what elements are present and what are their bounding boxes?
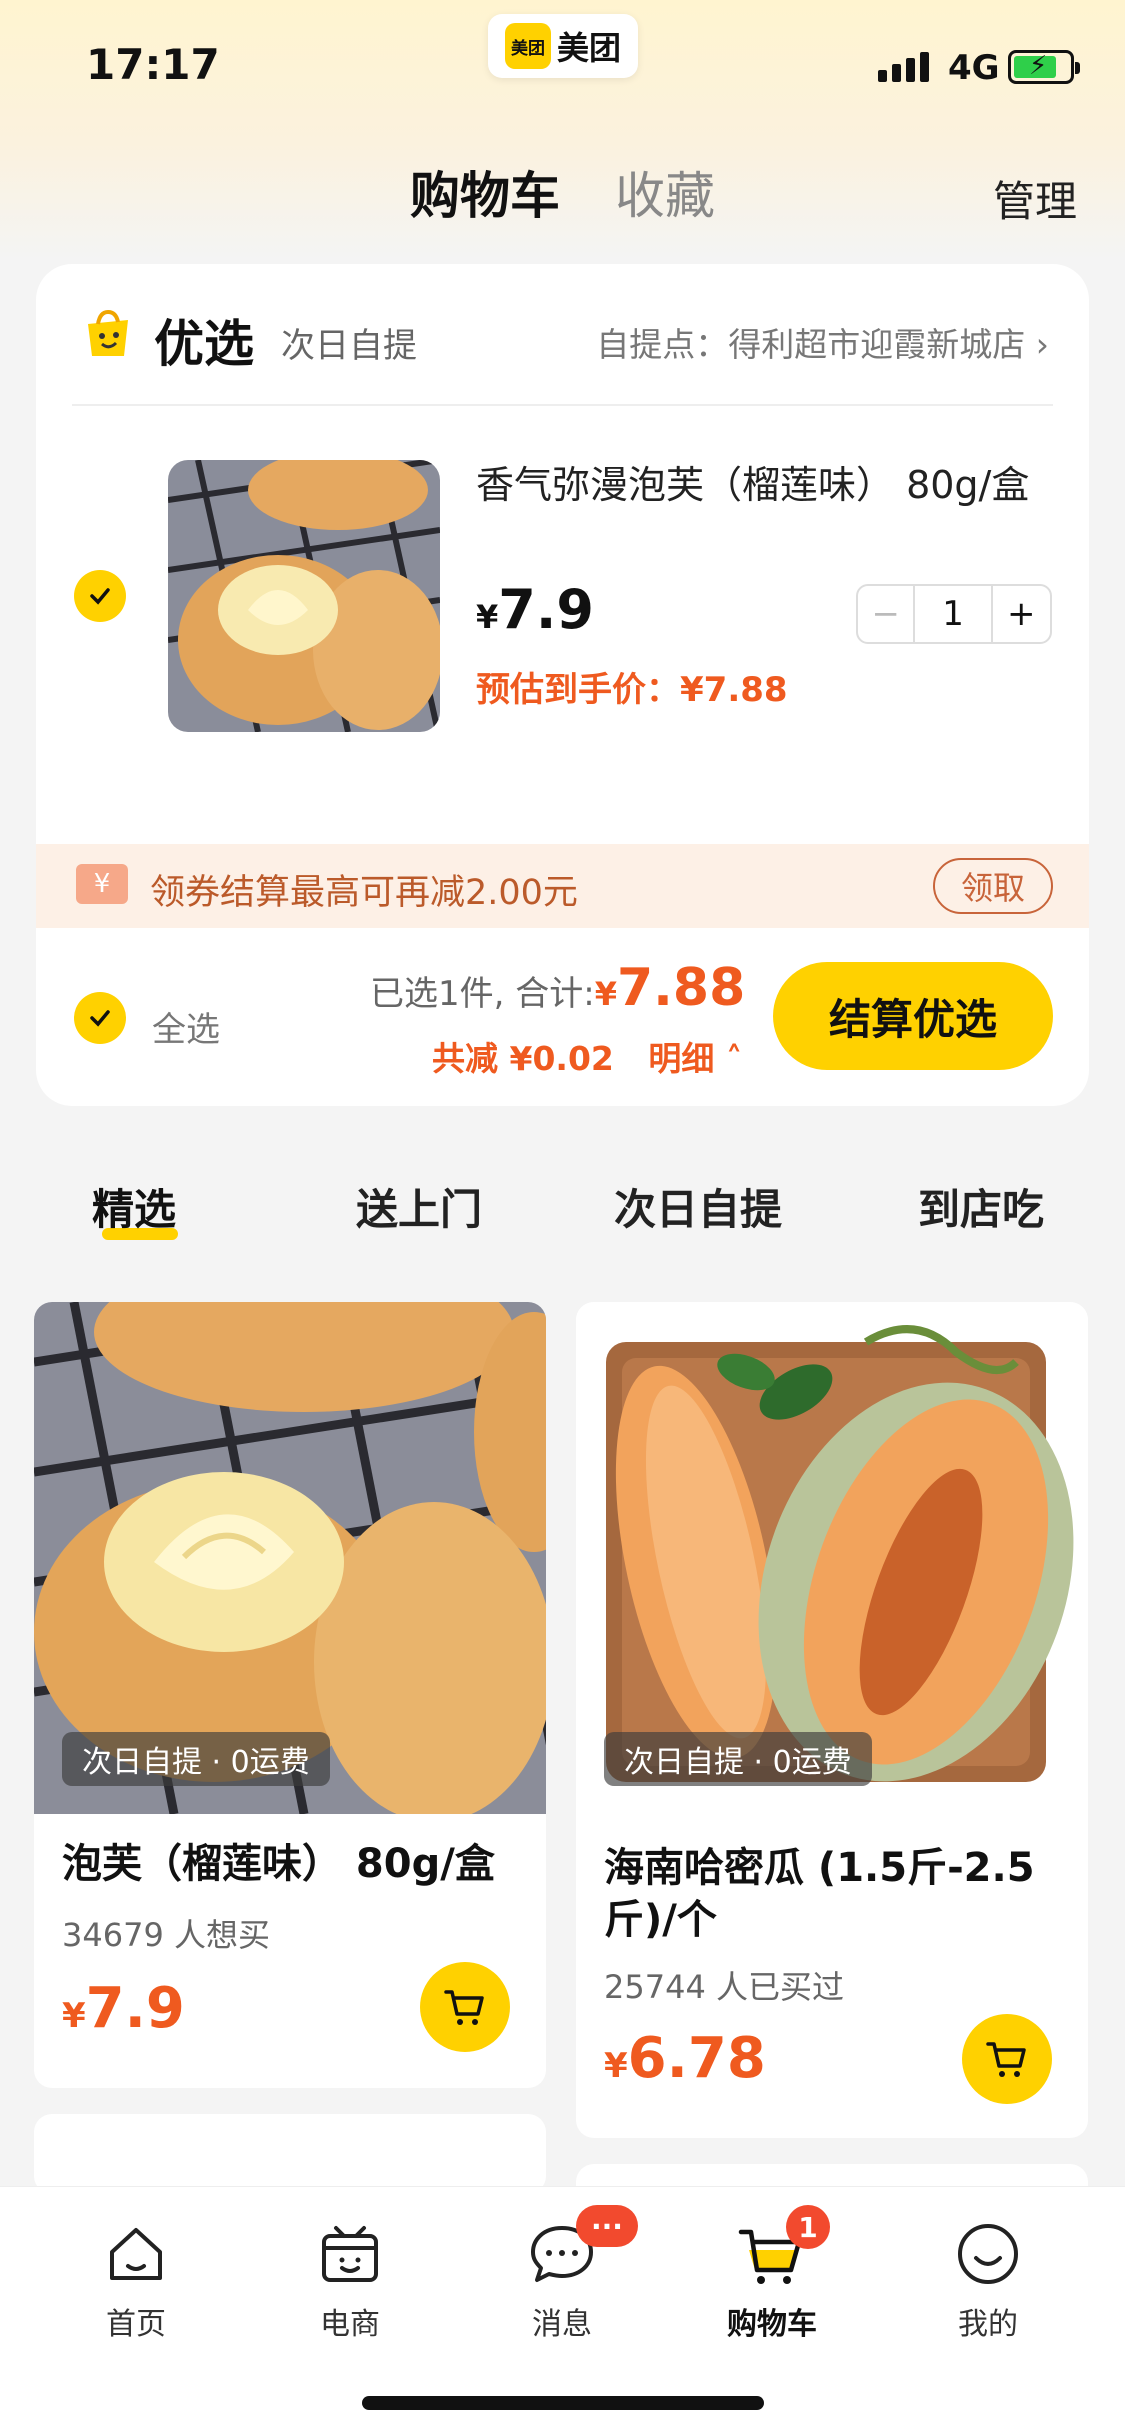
product-title[interactable]: 海南哈密瓜 (1.5斤-2.5斤)/个 <box>604 1842 1064 1946</box>
product-card-partial[interactable] <box>34 2114 546 2194</box>
item-title[interactable]: 香气弥漫泡芙（榴莲味） 80g/盒 <box>476 454 1076 516</box>
nav-shop[interactable]: 电商 <box>280 2213 420 2343</box>
nav-cart-label: 购物车 <box>727 2307 817 2342</box>
total-summary: 已选1件, 合计:¥7.88 <box>370 958 745 1018</box>
product-price: ¥6.78 <box>604 2026 766 2091</box>
store-name: 优选 <box>154 315 254 373</box>
tab-delivery[interactable]: 送上门 <box>356 1176 482 1237</box>
product-image[interactable]: 次日自提 · 0运费 <box>34 1302 546 1814</box>
divider <box>72 404 1053 406</box>
checkmark-icon <box>90 588 110 605</box>
coupon-text: 领券结算最高可再减2.00元 <box>150 873 578 913</box>
tab-featured[interactable]: 精选 <box>92 1176 176 1237</box>
nav-shop-label: 电商 <box>320 2307 380 2342</box>
checkout-bar: 全选 已选1件, 合计:¥7.88 共减 ¥0.02 明细 ˄ 结算优选 <box>36 928 1089 1106</box>
home-indicator <box>362 2396 764 2410</box>
battery-icon: ⚡ <box>1008 50 1080 84</box>
select-all-label[interactable]: 全选 <box>152 1002 220 1051</box>
status-bar: 17:17 美团 美团 4G ⚡ <box>0 0 1125 140</box>
manage-button[interactable]: 管理 <box>993 168 1077 229</box>
signal-icon <box>878 52 929 82</box>
tab-dine-in[interactable]: 到店吃 <box>918 1176 1044 1237</box>
profile-icon <box>958 2224 1018 2284</box>
checkout-button[interactable]: 结算优选 <box>773 962 1053 1070</box>
coupon-icon: ¥ <box>76 864 128 904</box>
nav-messages[interactable]: ··· 消息 <box>492 2205 638 2343</box>
tab-next-day-pickup[interactable]: 次日自提 <box>614 1176 782 1237</box>
brand-name: 美团 <box>556 29 621 67</box>
product-sold-count: 25744 人已买过 <box>604 1968 844 2006</box>
item-thumbnail[interactable] <box>168 460 440 732</box>
chevron-right-icon: › <box>1035 325 1049 364</box>
cart-icon <box>444 1990 484 2025</box>
claim-coupon-button[interactable]: 领取 <box>933 858 1053 914</box>
item-estimate-price: 预估到手价：¥7.88 <box>476 670 788 710</box>
tab-cart[interactable]: 购物车 <box>410 156 560 228</box>
checkmark-icon <box>90 1010 110 1027</box>
product-title[interactable]: 泡芙（榴莲味） 80g/盒 <box>62 1838 522 1890</box>
cart-icon <box>986 2042 1026 2077</box>
item-price: ¥7.9 <box>476 578 594 641</box>
total-symbol: ¥ <box>594 975 617 1013</box>
cart-card: 优选 次日自提 自提点：得利超市迎霞新城店 › 香气弥漫泡芙（榴莲味） 80g/… <box>36 264 1089 1106</box>
youxuan-bag-icon <box>88 309 128 356</box>
pickup-point-text: 自提点：得利超市迎霞新城店 <box>596 325 1026 364</box>
network-type: 4G <box>948 48 1000 88</box>
quantity-stepper: − 1 + <box>856 584 1052 644</box>
nav-home-label: 首页 <box>106 2307 166 2342</box>
brand-pill[interactable]: 美团 美团 <box>488 14 638 78</box>
cart-item: 香气弥漫泡芙（榴莲味） 80g/盒 ¥7.9 预估到手价：¥7.88 − 1 + <box>36 444 1089 744</box>
product-card[interactable]: 次日自提 · 0运费 泡芙（榴莲味） 80g/盒 34679 人想买 ¥7.9 <box>34 1302 546 2088</box>
increase-button[interactable]: + <box>993 586 1050 642</box>
nav-profile[interactable]: 我的 <box>918 2213 1058 2343</box>
store-sub: 次日自提 <box>281 326 417 366</box>
item-checkbox[interactable] <box>74 570 126 622</box>
product-tag: 次日自提 · 0运费 <box>604 1732 872 1786</box>
coupon-bar: ¥ 领券结算最高可再减2.00元 领取 <box>36 844 1089 928</box>
pickup-point-link[interactable]: 自提点：得利超市迎霞新城店 › <box>596 318 1049 366</box>
product-tag: 次日自提 · 0运费 <box>62 1732 330 1786</box>
detail-link[interactable]: 明细 <box>648 1039 714 1078</box>
nav-cart[interactable]: 1 购物车 <box>702 2205 842 2343</box>
product-price: ¥7.9 <box>62 1976 185 2041</box>
summary-prefix: 已选1件, 合计: <box>370 974 595 1014</box>
nav-home[interactable]: 首页 <box>66 2213 206 2343</box>
discount-summary[interactable]: 共减 ¥0.02 明细 ˄ <box>432 1032 742 1080</box>
header: 购物车 收藏 管理 <box>0 150 1125 230</box>
product-sold-count: 34679 人想买 <box>62 1916 270 1954</box>
status-time: 17:17 <box>86 40 220 89</box>
category-tabs: 精选 送上门 次日自提 到店吃 <box>0 1168 1125 1258</box>
quantity-value[interactable]: 1 <box>915 586 993 642</box>
store-header: 优选 次日自提 自提点：得利超市迎霞新城店 › <box>36 264 1089 406</box>
brand-logo-icon: 美团 <box>504 23 551 69</box>
total-amount: 7.88 <box>616 958 746 1018</box>
product-image[interactable]: 次日自提 · 0运费 <box>576 1302 1088 1814</box>
select-all-checkbox[interactable] <box>74 992 126 1044</box>
add-to-cart-button[interactable] <box>420 1962 510 2052</box>
tab-favorites[interactable]: 收藏 <box>615 156 715 228</box>
decrease-button[interactable]: − <box>858 586 916 642</box>
messages-badge: ··· <box>576 2205 638 2247</box>
cart-count-badge: 1 <box>786 2205 830 2249</box>
home-icon <box>110 2228 162 2280</box>
add-to-cart-button[interactable] <box>962 2014 1052 2104</box>
chevron-up-icon: ˄ <box>714 1039 743 1078</box>
nav-messages-label: 消息 <box>532 2307 592 2342</box>
shop-icon <box>322 2226 378 2282</box>
discount-text: 共减 ¥0.02 <box>432 1039 614 1078</box>
nav-profile-label: 我的 <box>958 2307 1018 2342</box>
product-card[interactable]: 次日自提 · 0运费 海南哈密瓜 (1.5斤-2.5斤)/个 25744 人已买… <box>576 1302 1088 2138</box>
